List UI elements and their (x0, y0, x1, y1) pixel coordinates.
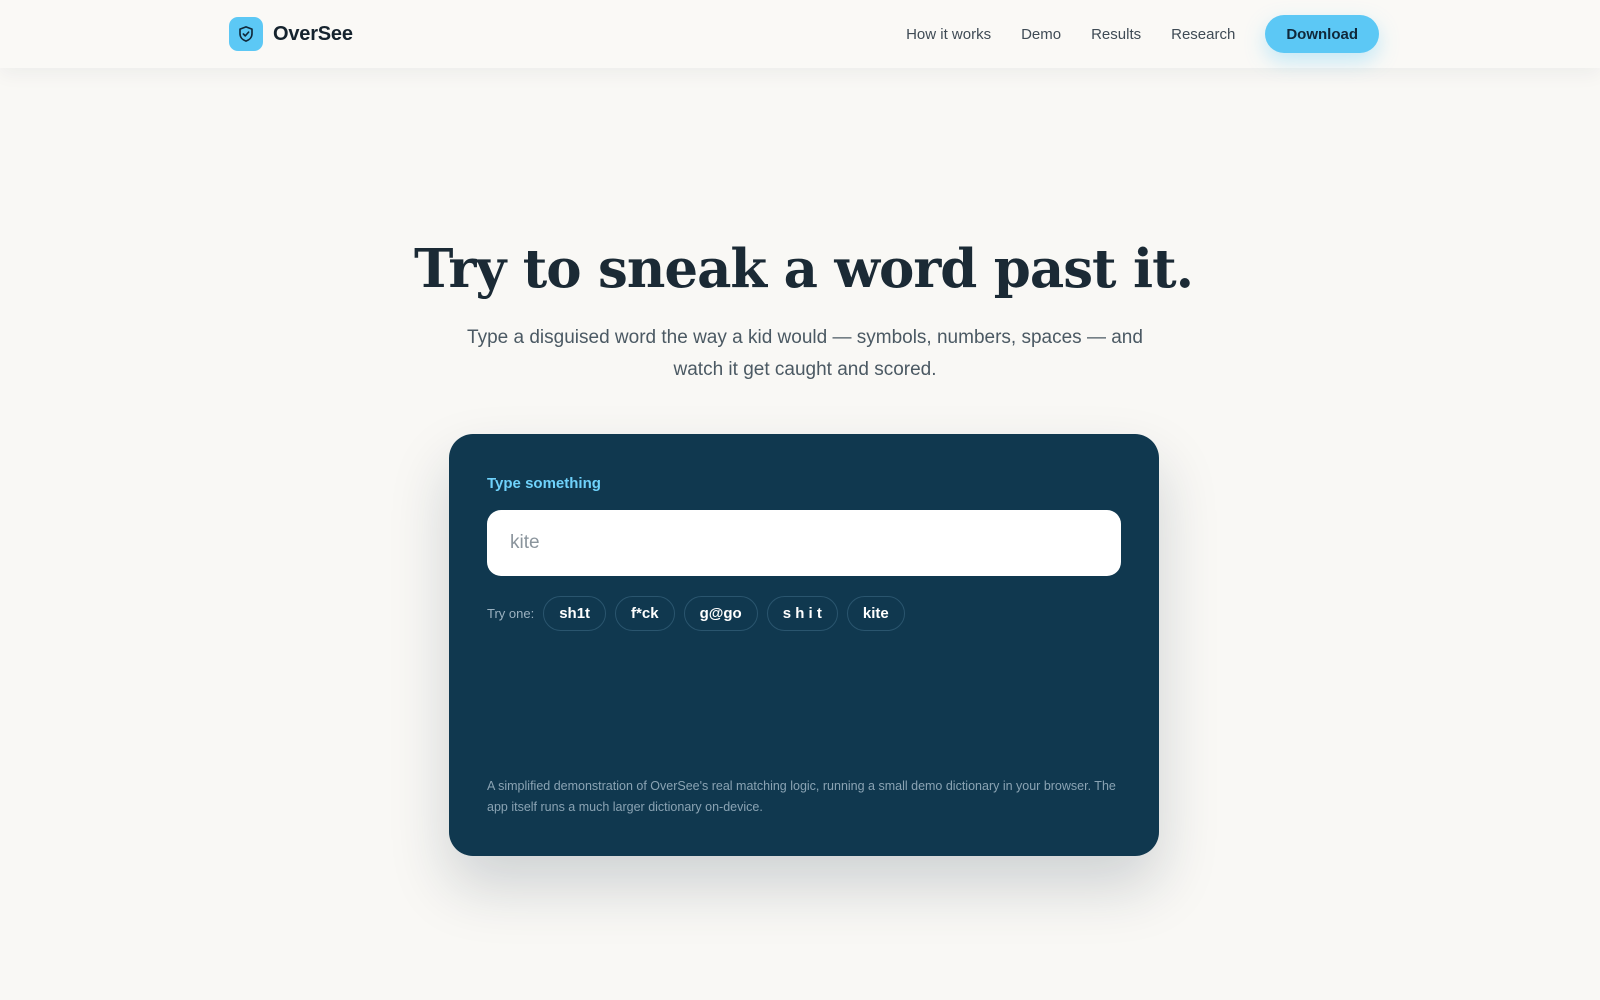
try-one-label: Try one: (487, 605, 535, 621)
nav-link-how-it-works[interactable]: How it works (906, 26, 991, 43)
demo-word-input[interactable] (487, 510, 1121, 576)
demo-input-label: Type something (487, 475, 601, 492)
nav-link-research[interactable]: Research (1171, 26, 1235, 43)
example-chip-f-ck[interactable]: f*ck (615, 595, 675, 631)
hero-title: Try to sneak a word past it. (413, 238, 1194, 300)
nav-link-demo[interactable]: Demo (1021, 26, 1061, 43)
demo-disclaimer: A simplified demonstration of OverSee's … (487, 779, 1116, 814)
example-chip-g-go[interactable]: g@go (683, 595, 758, 631)
example-chip-kite[interactable]: kite (846, 595, 905, 631)
brand-logo[interactable]: OverSee (229, 17, 353, 51)
site-header: OverSee How it works Demo Results Resear… (0, 0, 1600, 68)
example-chip-sh1t[interactable]: sh1t (543, 595, 607, 631)
try-examples-row: Try one: sh1t f*ck g@go s h i t kite (487, 595, 914, 631)
example-chip-spaced[interactable]: s h i t (766, 595, 838, 631)
demo-card: Type something Try one: sh1t f*ck g@go s… (449, 434, 1159, 856)
shield-check-icon (229, 17, 263, 51)
hero-subtitle: Type a disguised word the way a kid woul… (467, 327, 1143, 380)
brand-name: OverSee (273, 22, 353, 45)
nav-link-results[interactable]: Results (1091, 26, 1141, 43)
main-nav: How it works Demo Results Research Downl… (906, 15, 1379, 53)
download-button[interactable]: Download (1265, 15, 1379, 53)
